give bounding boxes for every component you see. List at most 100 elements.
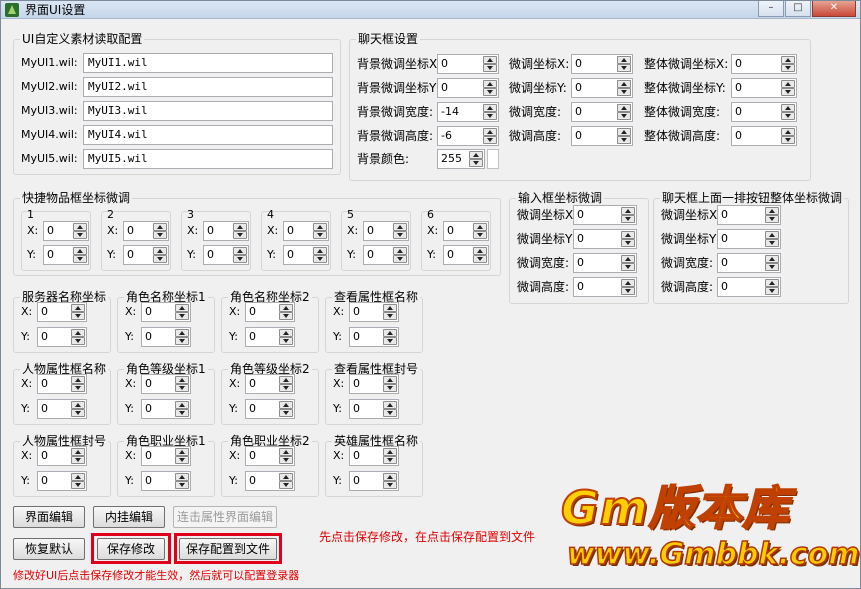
minimize-button[interactable]: – [758,1,784,17]
coord-x-spin[interactable]: 0 [349,374,399,394]
spin-up-icon[interactable] [279,473,293,481]
spin-up-icon[interactable] [233,223,247,231]
spin-up-icon[interactable] [71,304,85,312]
spin-up-icon[interactable] [473,223,487,231]
spin-down-icon[interactable] [233,255,247,263]
chatbtn-spin[interactable]: 0 [717,253,781,273]
spin-down-icon[interactable] [383,384,397,392]
chat-spin[interactable]: 0 [571,78,633,98]
quick-x-spin[interactable]: 0 [283,221,329,241]
coord-x-spin[interactable]: 0 [141,446,191,466]
coord-y-spin[interactable]: 0 [37,471,87,491]
spin-up-icon[interactable] [279,376,293,384]
spin-down-icon[interactable] [469,159,483,167]
ui-edit-button[interactable]: 界面编辑 [13,506,85,528]
spin-down-icon[interactable] [617,88,631,96]
spin-up-icon[interactable] [71,448,85,456]
spin-down-icon[interactable] [71,337,85,345]
spin-up-icon[interactable] [781,104,795,112]
spin-up-icon[interactable] [617,56,631,64]
spin-down-icon[interactable] [483,88,497,96]
quick-y-spin[interactable]: 0 [123,245,169,265]
spin-up-icon[interactable] [175,329,189,337]
spin-down-icon[interactable] [617,64,631,72]
quick-y-spin[interactable]: 0 [443,245,489,265]
spin-up-icon[interactable] [393,247,407,255]
chat-spin[interactable]: -6 [437,126,499,146]
coord-x-spin[interactable]: 0 [245,374,295,394]
spin-up-icon[interactable] [765,231,779,239]
chat-spin[interactable]: 0 [571,102,633,122]
spin-down-icon[interactable] [393,231,407,239]
quick-x-spin[interactable]: 0 [43,221,89,241]
spin-up-icon[interactable] [279,304,293,312]
coord-x-spin[interactable]: 0 [349,302,399,322]
spin-down-icon[interactable] [765,263,779,271]
coord-y-spin[interactable]: 0 [141,471,191,491]
chat-spin[interactable]: 0 [731,126,797,146]
ui-wil-input[interactable]: MyUI3.wil [83,101,333,121]
chat-spin[interactable]: 0 [571,126,633,146]
spin-up-icon[interactable] [383,304,397,312]
spin-down-icon[interactable] [383,456,397,464]
spin-up-icon[interactable] [175,473,189,481]
spin-up-icon[interactable] [383,448,397,456]
spin-up-icon[interactable] [765,255,779,263]
spin-down-icon[interactable] [765,215,779,223]
chat-spin[interactable]: 0 [731,102,797,122]
coord-y-spin[interactable]: 0 [37,399,87,419]
spin-down-icon[interactable] [473,231,487,239]
spin-up-icon[interactable] [71,376,85,384]
spin-up-icon[interactable] [175,448,189,456]
spin-up-icon[interactable] [483,80,497,88]
spin-up-icon[interactable] [233,247,247,255]
spin-up-icon[interactable] [313,223,327,231]
spin-down-icon[interactable] [621,263,635,271]
chat-spin[interactable]: 0 [437,54,499,74]
spin-down-icon[interactable] [71,312,85,320]
spin-down-icon[interactable] [765,239,779,247]
coord-y-spin[interactable]: 0 [349,327,399,347]
spin-up-icon[interactable] [153,247,167,255]
spin-down-icon[interactable] [175,384,189,392]
spin-up-icon[interactable] [279,401,293,409]
bg-color-spin[interactable]: 255 [437,149,485,169]
coord-y-spin[interactable]: 0 [245,327,295,347]
spin-up-icon[interactable] [383,401,397,409]
coord-x-spin[interactable]: 0 [141,302,191,322]
ui-wil-input[interactable]: MyUI2.wil [83,77,333,97]
spin-down-icon[interactable] [175,337,189,345]
spin-up-icon[interactable] [71,401,85,409]
quick-x-spin[interactable]: 0 [123,221,169,241]
coord-y-spin[interactable]: 0 [37,327,87,347]
spin-down-icon[interactable] [393,255,407,263]
chatbtn-spin[interactable]: 0 [717,205,781,225]
spin-up-icon[interactable] [617,80,631,88]
quick-x-spin[interactable]: 0 [363,221,409,241]
spin-down-icon[interactable] [71,409,85,417]
coord-x-spin[interactable]: 0 [349,446,399,466]
spin-up-icon[interactable] [621,279,635,287]
attr-edit-button[interactable]: 连击属性界面编辑 [173,506,277,528]
chat-spin[interactable]: 0 [731,54,797,74]
coord-y-spin[interactable]: 0 [349,399,399,419]
spin-down-icon[interactable] [473,255,487,263]
chatbtn-spin[interactable]: 0 [717,229,781,249]
spin-up-icon[interactable] [73,247,87,255]
ui-wil-input[interactable]: MyUI5.wil [83,149,333,169]
spin-down-icon[interactable] [71,481,85,489]
ui-wil-input[interactable]: MyUI4.wil [83,125,333,145]
spin-up-icon[interactable] [781,56,795,64]
input-spin[interactable]: 0 [573,253,637,273]
ui-wil-input[interactable]: MyUI1.wil [83,53,333,73]
spin-up-icon[interactable] [473,247,487,255]
chat-spin[interactable]: 0 [437,78,499,98]
spin-up-icon[interactable] [175,304,189,312]
spin-up-icon[interactable] [781,128,795,136]
spin-down-icon[interactable] [175,481,189,489]
quick-y-spin[interactable]: 0 [203,245,249,265]
spin-up-icon[interactable] [393,223,407,231]
spin-down-icon[interactable] [73,255,87,263]
spin-down-icon[interactable] [781,88,795,96]
chatbtn-spin[interactable]: 0 [717,277,781,297]
